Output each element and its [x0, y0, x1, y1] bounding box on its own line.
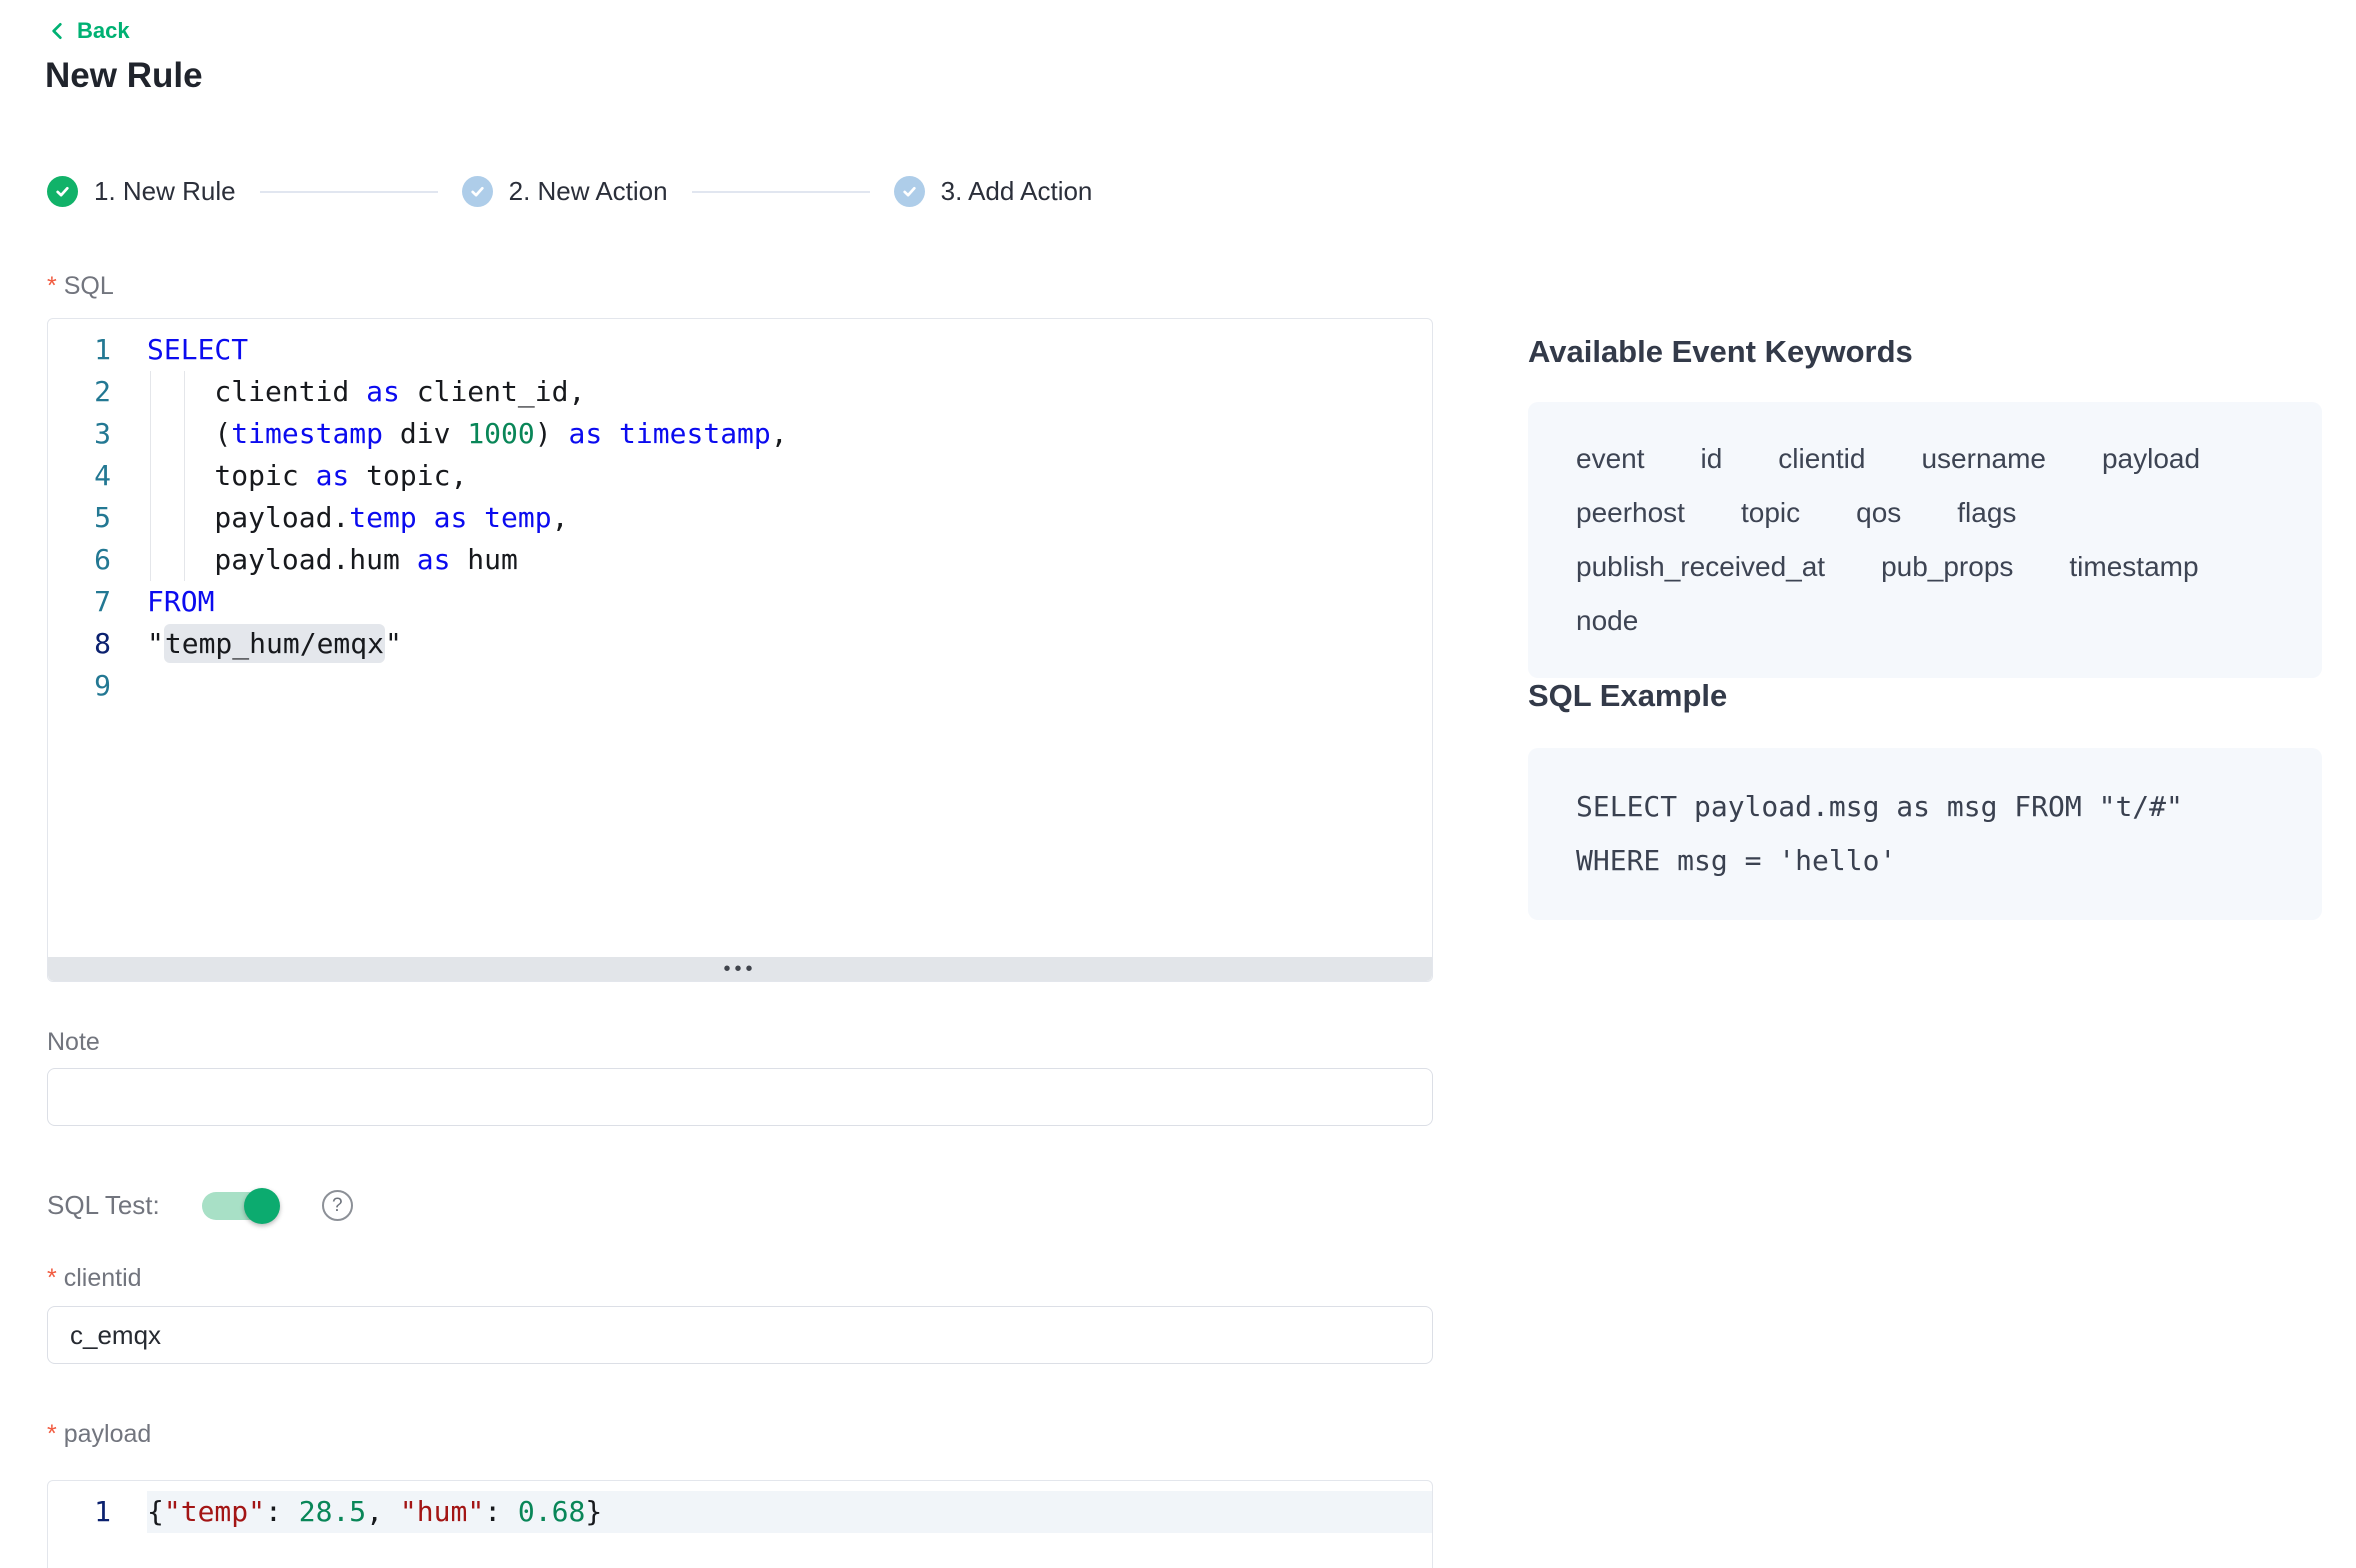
sql-test-label: SQL Test:: [47, 1190, 160, 1221]
step-connector: [260, 191, 438, 193]
line-number: 7: [48, 581, 147, 623]
code-line: "temp_hum/emqx": [147, 623, 1432, 665]
keyword-item: timestamp: [2069, 550, 2198, 584]
help-icon[interactable]: ?: [322, 1190, 353, 1221]
editor-code-area: SELECT clientid as client_id, (timestamp…: [147, 329, 1432, 959]
step-label: 3. Add Action: [941, 176, 1093, 207]
sql-test-toggle[interactable]: [202, 1192, 278, 1220]
line-number: 2: [48, 371, 147, 413]
step-item-new-action[interactable]: 2. New Action: [462, 176, 668, 207]
stepper: 1. New Rule 2. New Action 3. Add Action: [47, 176, 1092, 207]
step-check-icon: [462, 176, 493, 207]
keyword-item: payload: [2102, 442, 2200, 476]
keyword-item: flags: [1957, 496, 2016, 530]
editor-gutter: 1: [48, 1491, 147, 1533]
note-label: Note: [47, 1028, 100, 1057]
keyword-item: event: [1576, 442, 1645, 476]
line-number: 4: [48, 455, 147, 497]
required-asterisk: *: [47, 1420, 57, 1448]
keyword-item: username: [1921, 442, 2046, 476]
keyword-item: id: [1701, 442, 1723, 476]
editor-gutter: 123456789: [48, 329, 147, 959]
keyword-item: node: [1576, 604, 1638, 638]
step-check-icon: [894, 176, 925, 207]
resize-dots-icon: •••: [723, 957, 756, 981]
editor-code-area: {"temp": 28.5, "hum": 0.68}: [147, 1491, 1432, 1533]
line-number: 5: [48, 497, 147, 539]
back-button[interactable]: Back: [47, 18, 130, 44]
sql-example-panel: SELECT payload.msg as msg FROM "t/#"WHER…: [1528, 748, 2322, 920]
keyword-item: pub_props: [1881, 550, 2013, 584]
code-line: clientid as client_id,: [147, 371, 1432, 413]
step-check-icon: [47, 176, 78, 207]
chevron-left-icon: [47, 21, 67, 41]
sql-example-line: WHERE msg = 'hello': [1576, 834, 2274, 888]
payload-editor[interactable]: 1 {"temp": 28.5, "hum": 0.68}: [47, 1480, 1433, 1568]
keyword-item: qos: [1856, 496, 1901, 530]
required-asterisk: *: [47, 272, 57, 300]
code-line: {"temp": 28.5, "hum": 0.68}: [147, 1491, 1432, 1533]
sql-test-row: SQL Test: ?: [47, 1190, 353, 1221]
clientid-input[interactable]: [47, 1306, 1433, 1364]
step-label: 2. New Action: [509, 176, 668, 207]
step-connector: [692, 191, 870, 193]
line-number: 1: [48, 329, 147, 371]
line-number: 8: [48, 623, 147, 665]
code-line: payload.temp as temp,: [147, 497, 1432, 539]
payload-label: *payload: [47, 1420, 151, 1449]
sql-example-line: SELECT payload.msg as msg FROM "t/#": [1576, 780, 2274, 834]
help-sidebar: Available Event Keywords event id clientid…: [1528, 334, 2322, 920]
line-number: 6: [48, 539, 147, 581]
page-title: New Rule: [45, 56, 203, 96]
keywords-panel: event id clientid username payload peerhost to…: [1528, 402, 2322, 678]
sql-editor[interactable]: 123456789 SELECT clientid as client_id, …: [47, 318, 1433, 982]
code-line: SELECT: [147, 329, 1432, 371]
step-item-new-rule[interactable]: 1. New Rule: [47, 176, 236, 207]
new-rule-page: Back New Rule 1. New Rule 2. New Action …: [0, 0, 2356, 1568]
keyword-item: topic: [1741, 496, 1800, 530]
code-line: [147, 665, 1432, 707]
line-number: 3: [48, 413, 147, 455]
step-item-add-action[interactable]: 3. Add Action: [894, 176, 1093, 207]
toggle-knob: [244, 1188, 280, 1224]
line-number: 9: [48, 665, 147, 707]
keywords-title: Available Event Keywords: [1528, 334, 2322, 370]
sql-example-title: SQL Example: [1528, 678, 2322, 714]
required-asterisk: *: [47, 1264, 57, 1292]
code-line: topic as topic,: [147, 455, 1432, 497]
back-label: Back: [77, 18, 130, 44]
clientid-label: *clientid: [47, 1264, 142, 1293]
sql-label: *SQL: [47, 272, 114, 301]
step-label: 1. New Rule: [94, 176, 236, 207]
keyword-item: clientid: [1778, 442, 1865, 476]
line-number: 1: [48, 1491, 147, 1533]
keyword-item: publish_received_at: [1576, 550, 1825, 584]
code-line: FROM: [147, 581, 1432, 623]
editor-resize-handle[interactable]: •••: [48, 957, 1432, 981]
note-input[interactable]: [47, 1068, 1433, 1126]
code-line: (timestamp div 1000) as timestamp,: [147, 413, 1432, 455]
code-line: payload.hum as hum: [147, 539, 1432, 581]
keyword-item: peerhost: [1576, 496, 1685, 530]
